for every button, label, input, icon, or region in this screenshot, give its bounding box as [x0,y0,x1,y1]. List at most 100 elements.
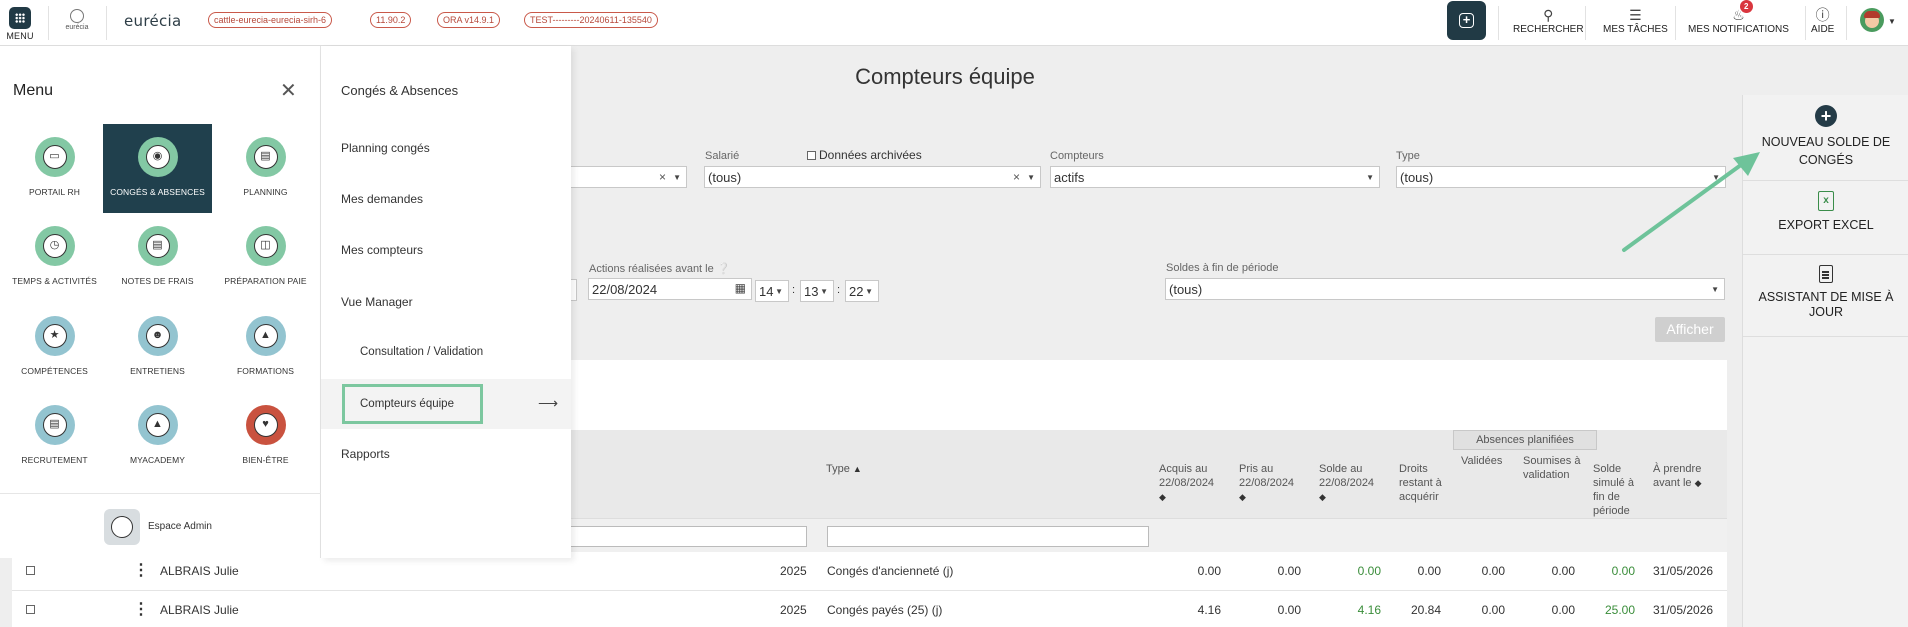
actions-sidebar: + NOUVEAU SOLDE DE CONGÉS x EXPORT EXCEL… [1742,95,1908,627]
time-activity-icon: ◷ [34,226,75,266]
notifications-button[interactable]: ♨ 2 MES NOTIFICATIONS [1688,0,1789,35]
update-assistant-button[interactable]: ASSISTANT DE MISE À JOUR [1743,255,1908,337]
col-acquis-label: Acquis au 22/08/2024 [1159,463,1215,489]
row-menu-icon[interactable]: ⋮ [133,560,149,580]
row-checkbox[interactable] [26,566,35,575]
row-menu-icon[interactable]: ⋮ [133,599,149,619]
chevron-down-icon: ▼ [1712,173,1720,182]
acquis-value: 0.00 [1197,564,1221,578]
module-label: FORMATIONS [236,366,295,376]
time-separator: : [837,284,841,296]
module-label: PLANNING [243,187,288,197]
col-type-label: Type [826,463,850,475]
payroll-icon: ◫ [245,226,286,266]
clear-icon[interactable]: × [1013,170,1020,185]
module-planning[interactable]: ▤ PLANNING [211,124,320,213]
module-entretiens[interactable]: ☻ ENTRETIENS [103,303,212,392]
solde-value: 0.00 [1357,564,1381,578]
col-acquis[interactable]: Acquis au 22/08/2024 ◆ [1159,462,1229,504]
left-filter-select[interactable]: × ▼ [570,166,687,188]
sort-icon: ◆ [1694,478,1702,488]
row-checkbox[interactable] [26,605,35,614]
col-solde-label: Solde au 22/08/2024 [1319,463,1375,489]
submenu-header[interactable]: Congés & Absences [341,83,458,98]
submenu-item-planning-conges[interactable]: Planning congés [341,141,430,155]
prendre-value: 31/05/2026 [1653,564,1714,578]
calendar-icon[interactable]: ▦ [735,281,746,296]
module-formations[interactable]: ▲ FORMATIONS [211,303,320,392]
checkbox-icon[interactable] [807,151,816,160]
menu-button[interactable]: MENU [0,0,40,46]
tasks-button[interactable]: ☰ MES TÂCHES [1603,6,1668,35]
submenu-item-rapports[interactable]: Rapports [341,447,390,461]
second-select[interactable]: 22 ▼ [845,280,879,302]
close-icon[interactable]: ✕ [280,78,297,103]
hour-select[interactable]: 14 ▼ [755,280,789,302]
submenu-item-mes-compteurs[interactable]: Mes compteurs [341,243,423,257]
time-separator: : [792,284,796,296]
type-select[interactable]: (tous) ▼ [1396,166,1726,188]
submenu-item-consultation-validation[interactable]: Consultation / Validation [360,346,483,358]
wellbeing-icon: ♥ [245,405,286,445]
module-bien-etre[interactable]: ♥ BIEN-ÊTRE [211,392,320,481]
clear-icon[interactable]: × [659,170,666,185]
excel-icon: x [1818,191,1834,211]
module-recrutement[interactable]: ▤ RECRUTEMENT [0,392,109,481]
pris-value: 0.00 [1277,564,1301,578]
col-prendre[interactable]: À prendre avant le ◆ [1653,462,1713,490]
col-pris[interactable]: Pris au 22/08/2024 ◆ [1239,462,1309,504]
bell-icon: ♨ 2 [1732,0,1753,24]
minute-select[interactable]: 13 ▼ [800,280,834,302]
prendre-value: 31/05/2026 [1653,603,1714,617]
year-filter-input[interactable] [567,526,807,547]
env-tag-test: TEST---------20240611-135540 [524,12,658,28]
validees-value: 0.00 [1481,603,1505,617]
compteurs-select[interactable]: actifs ▼ [1050,166,1380,188]
search-button[interactable]: ⚲ RECHERCHER [1513,6,1584,35]
compteurs-label: Compteurs [1050,150,1104,162]
export-excel-label: EXPORT EXCEL [1778,218,1874,232]
col-simule: Solde simulé à fin de période [1593,463,1634,517]
salarie-select[interactable]: (tous) × ▼ [704,166,1041,188]
help-icon[interactable]: ❔ [717,263,731,275]
cv-icon: ▤ [34,405,75,445]
notification-count-badge: 2 [1739,0,1753,13]
help-button[interactable]: ⓘ AIDE [1811,6,1834,35]
quick-add-button[interactable]: + [1447,1,1486,40]
afficher-button[interactable]: Afficher [1655,317,1725,342]
type-value: (tous) [1400,170,1434,185]
col-type[interactable]: Type ▲︎ [826,462,862,476]
chevron-down-icon[interactable]: ▼ [1888,17,1896,26]
new-leave-balance-button[interactable]: + NOUVEAU SOLDE DE CONGÉS [1743,95,1908,181]
date-input[interactable]: 22/08/2024 ▦ [588,278,752,300]
module-competences[interactable]: ★ COMPÉTENCES [0,303,109,392]
update-assistant-label: ASSISTANT DE MISE À JOUR [1758,290,1894,319]
module-conges-absences[interactable]: ◉ CONGÉS & ABSENCES [103,124,212,213]
eurecia-small-logo[interactable]: eurécia [62,9,92,31]
module-notes-de-frais[interactable]: ▤ NOTES DE FRAIS [103,213,212,302]
module-portail-rh[interactable]: ▭ PORTAIL RH [0,124,109,213]
archived-checkbox[interactable]: Données archivées [807,148,922,162]
interview-icon: ☻ [137,316,178,356]
table-row[interactable]: ⋮ ALBRAIS Julie 2025 Congés payés (25) (… [12,591,1727,627]
module-myacademy[interactable]: ▲ MYACADEMY [103,392,212,481]
module-preparation-paie[interactable]: ◫ PRÉPARATION PAIE [211,213,320,302]
submenu-item-mes-demandes[interactable]: Mes demandes [341,192,423,206]
admin-gear-icon [104,509,140,545]
export-excel-button[interactable]: x EXPORT EXCEL [1743,181,1908,255]
counter-type: Congés payés (25) (j) [827,603,943,617]
col-solde[interactable]: Solde au 22/08/2024 ◆ [1319,462,1389,504]
chevron-down-icon: ▼ [865,287,873,296]
submenu-item-vue-manager[interactable]: Vue Manager [341,295,413,309]
sort-icon: ◆ [1159,492,1166,502]
module-temps-activites[interactable]: ◷ TEMPS & ACTIVITÉS [0,213,109,302]
col-validees: Validées [1461,455,1503,467]
submenu-item-compteurs-equipe[interactable]: Compteurs équipe [342,384,483,424]
award-icon: ★ [34,316,75,356]
type-filter-input[interactable] [827,526,1149,547]
user-avatar[interactable] [1860,8,1884,32]
soldes-select[interactable]: (tous) ▼ [1165,278,1725,300]
actions-label: Actions réalisées avant le ❔ [589,262,731,275]
env-tag-ora: ORA v14.9.1 [437,12,501,28]
module-label: TEMPS & ACTIVITÉS [12,276,97,286]
